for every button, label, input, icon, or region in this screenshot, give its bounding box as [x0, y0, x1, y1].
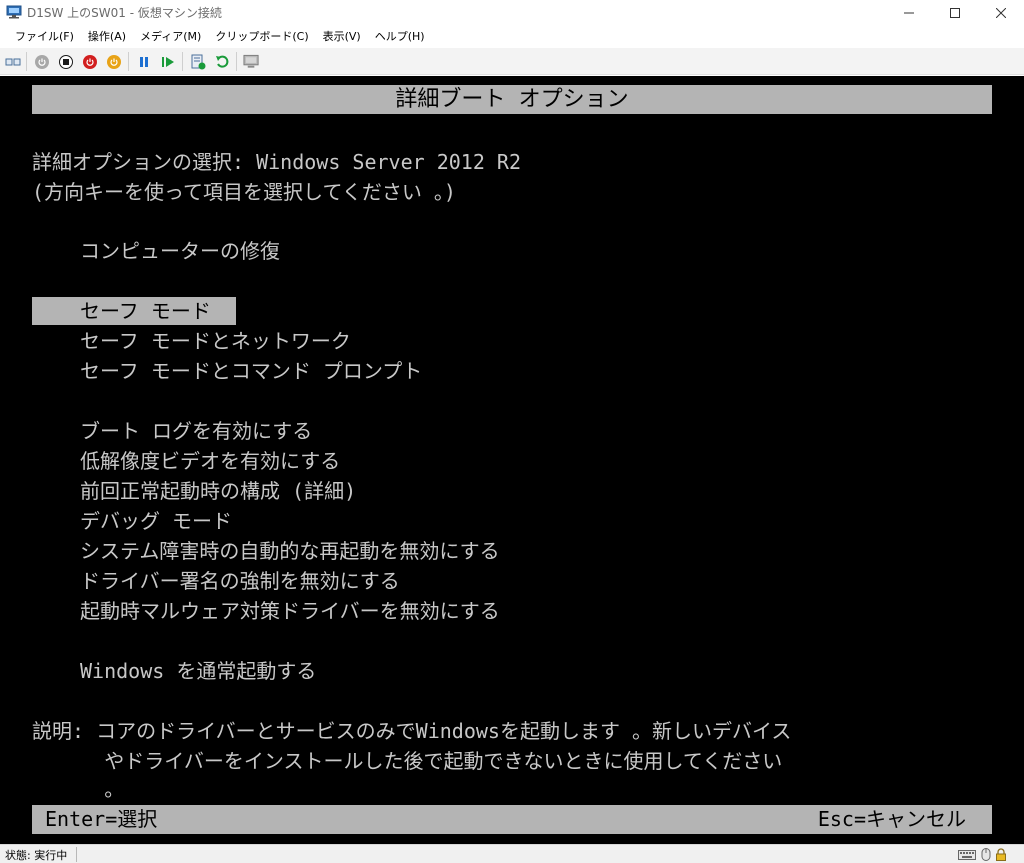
turn-off-icon	[82, 54, 97, 69]
vm-status: 状態: 実行中	[5, 849, 68, 862]
enhanced-session-icon	[243, 54, 259, 68]
mouse-icon	[981, 848, 991, 861]
shutdown-icon	[106, 54, 121, 69]
option-repair[interactable]: コンピューターの修復	[80, 237, 280, 265]
title-bar: D1SW 上のSW01 - 仮想マシン接続	[0, 0, 1024, 26]
menu-media[interactable]: メディア(M)	[133, 27, 208, 47]
toolbar-separator	[128, 52, 129, 71]
option-last-known-good[interactable]: 前回正常起動時の構成 (詳細)	[80, 477, 356, 505]
boot-options-footer: Enter=選択 Esc=キャンセル	[32, 805, 992, 834]
description-line-3: 。	[32, 777, 125, 801]
minimize-button[interactable]	[886, 0, 932, 26]
menu-clipboard[interactable]: クリップボード(C)	[208, 27, 315, 47]
ctrl-alt-del-icon	[5, 58, 20, 65]
start-icon	[34, 54, 49, 69]
lock-icon	[996, 848, 1006, 861]
option-debug-mode[interactable]: デバッグ モード	[80, 507, 232, 535]
toolbar	[0, 48, 1024, 75]
shutdown-button[interactable]	[81, 53, 98, 70]
pause-button[interactable]	[135, 53, 152, 70]
boot-options-header: 詳細ブート オプション	[32, 85, 992, 114]
pause-icon	[139, 56, 148, 67]
option-safe-mode-network[interactable]: セーフ モードとネットワーク	[80, 327, 351, 355]
revert-button[interactable]	[213, 53, 230, 70]
esc-cancel-hint: Esc=キャンセル	[817, 807, 966, 831]
option-low-res-video[interactable]: 低解像度ビデオを有効にする	[80, 447, 340, 475]
save-button[interactable]	[105, 53, 122, 70]
menu-file[interactable]: ファイル(F)	[8, 27, 81, 47]
window-title: D1SW 上のSW01 - 仮想マシン接続	[27, 6, 222, 20]
description-line-2: やドライバーをインストールした後で起動できないときに使用してください	[32, 749, 783, 773]
prompt-line-2: (方向キーを使って項目を選択してください 。)	[32, 180, 456, 204]
revert-icon	[215, 55, 228, 68]
menu-bar: ファイル(F) 操作(A) メディア(M) クリップボード(C) 表示(V) ヘ…	[0, 26, 1024, 48]
keyboard-icon	[958, 850, 976, 860]
minimize-icon	[904, 12, 914, 14]
option-boot-log[interactable]: ブート ログを有効にする	[80, 417, 312, 445]
menu-view[interactable]: 表示(V)	[316, 27, 368, 47]
status-separator	[76, 847, 77, 862]
resume-icon	[161, 56, 174, 67]
enter-select-hint: Enter=選択	[45, 807, 158, 831]
checkpoint-button[interactable]	[189, 53, 206, 70]
maximize-button[interactable]	[932, 0, 978, 26]
status-bar: 状態: 実行中	[0, 844, 1024, 863]
toolbar-separator	[182, 52, 183, 71]
checkpoint-icon	[191, 54, 205, 69]
toolbar-separator	[236, 52, 237, 71]
ctrl-alt-del-button[interactable]	[4, 53, 21, 70]
option-disable-driver-signature[interactable]: ドライバー署名の強制を無効にする	[80, 567, 400, 595]
toolbar-separator	[26, 52, 27, 71]
vm-screen[interactable]: 詳細ブート オプション 詳細オプションの選択: Windows Server 2…	[0, 76, 1024, 844]
prompt-line-1: 詳細オプションの選択: Windows Server 2012 R2	[32, 150, 521, 174]
option-start-normally[interactable]: Windows を通常起動する	[80, 657, 316, 685]
close-icon	[996, 8, 1006, 18]
menu-help[interactable]: ヘルプ(H)	[368, 27, 432, 47]
vm-connection-icon	[6, 5, 22, 19]
menu-action[interactable]: 操作(A)	[81, 27, 133, 47]
turn-off-button[interactable]	[57, 53, 74, 70]
close-button[interactable]	[978, 0, 1024, 26]
option-disable-auto-restart[interactable]: システム障害時の自動的な再起動を無効にする	[80, 537, 500, 565]
option-safe-mode-cmd[interactable]: セーフ モードとコマンド プロンプト	[80, 357, 422, 385]
resume-button[interactable]	[159, 53, 176, 70]
enhanced-session-button[interactable]	[243, 53, 260, 70]
option-disable-elam[interactable]: 起動時マルウェア対策ドライバーを無効にする	[80, 597, 500, 625]
start-button[interactable]	[33, 53, 50, 70]
option-safe-mode[interactable]: セーフ モード	[80, 297, 211, 325]
description-line-1: 説明: コアのドライバーとサービスのみでWindowsを起動します 。新しいデバ…	[32, 719, 792, 743]
maximize-icon	[950, 8, 960, 18]
stop-icon	[58, 54, 73, 69]
